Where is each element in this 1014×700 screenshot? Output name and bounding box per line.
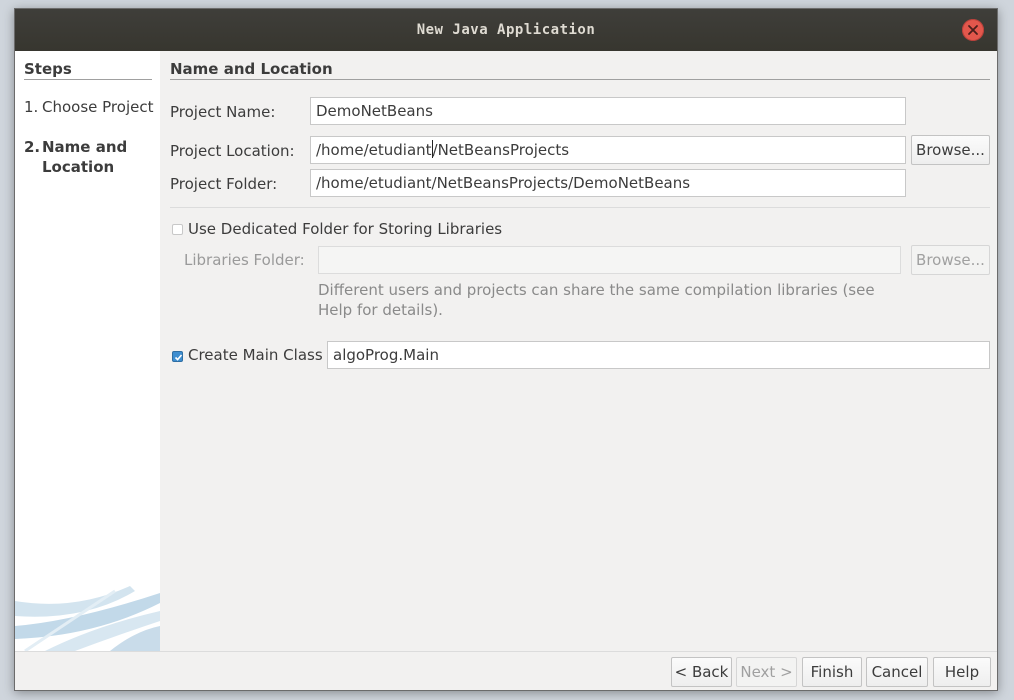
checkmark-icon [174, 354, 183, 361]
create-main-class-label[interactable]: Create Main Class [188, 346, 323, 364]
window-title: New Java Application [416, 22, 596, 38]
button-bar: < Back Next > Finish Cancel Help [15, 651, 997, 690]
browse-libraries-button[interactable]: Browse... [911, 245, 990, 275]
project-location-label: Project Location: [170, 142, 295, 160]
libraries-folder-input[interactable] [318, 246, 901, 274]
section-title: Name and Location [170, 60, 990, 80]
back-button[interactable]: < Back [671, 657, 732, 687]
main-class-input[interactable]: algoProg.Main [327, 341, 990, 369]
project-folder-label: Project Folder: [170, 175, 278, 193]
project-location-value-end: /NetBeansProjects [432, 141, 570, 159]
project-name-input[interactable]: DemoNetBeans [310, 97, 906, 125]
steps-panel: Steps 1. Choose Project 2. Name and Loca… [15, 51, 160, 651]
netbeans-watermark-graphic [15, 586, 160, 651]
project-location-input[interactable]: /home/etudiant/NetBeansProjects [310, 136, 906, 164]
title-bar[interactable]: New Java Application [15, 9, 997, 51]
project-folder-input[interactable]: /home/etudiant/NetBeansProjects/DemoNetB… [310, 169, 906, 197]
project-name-label: Project Name: [170, 103, 276, 121]
browse-location-button[interactable]: Browse... [911, 135, 990, 165]
dedicated-folder-checkbox[interactable] [172, 224, 183, 235]
close-icon [968, 25, 978, 35]
step-name-and-location: 2. Name and Location [24, 137, 154, 177]
name-and-location-panel: Name and Location Project Name: DemoNetB… [160, 51, 997, 651]
cancel-button[interactable]: Cancel [866, 657, 928, 687]
step-number: 2. [24, 138, 41, 156]
steps-title: Steps [24, 60, 152, 80]
step-choose-project: 1. Choose Project [24, 97, 154, 117]
project-location-value-start: /home/etudiant [316, 141, 432, 159]
step-label: Name and Location [42, 138, 128, 176]
close-button[interactable] [962, 19, 984, 41]
finish-button[interactable]: Finish [802, 657, 862, 687]
step-label: Choose Project [42, 98, 154, 116]
help-button[interactable]: Help [933, 657, 991, 687]
dedicated-folder-label[interactable]: Use Dedicated Folder for Storing Librari… [188, 220, 502, 238]
create-main-class-checkbox[interactable] [172, 351, 183, 362]
next-button[interactable]: Next > [736, 657, 797, 687]
libraries-folder-label: Libraries Folder: [184, 251, 305, 269]
step-number: 1. [24, 98, 39, 116]
new-java-application-dialog: New Java Application Steps 1. Choose Pro… [14, 8, 998, 691]
libraries-hint-text: Different users and projects can share t… [318, 281, 875, 319]
section-divider [170, 207, 990, 208]
